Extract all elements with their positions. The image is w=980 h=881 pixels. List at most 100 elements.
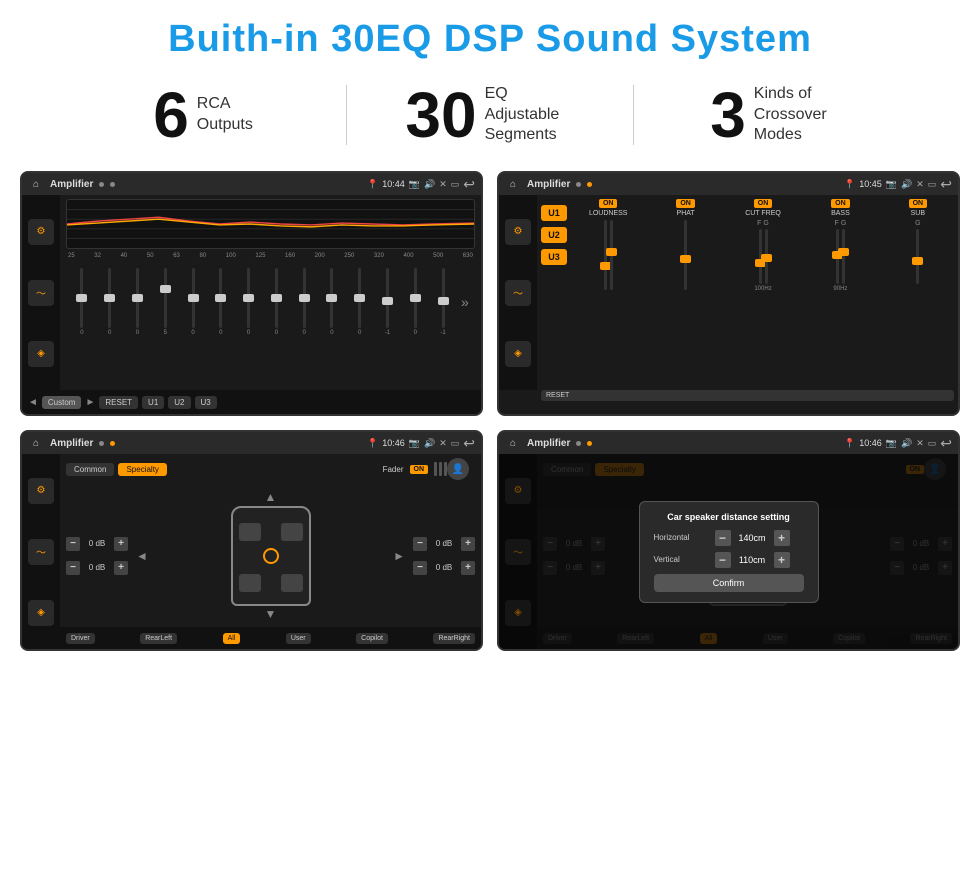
speaker-sidebar: ⚙ 〜 ◈ [22,454,60,649]
amp-sidebar: ⚙ 〜 ◈ [499,195,537,390]
prev-btn[interactable]: ◄ [28,397,38,408]
eq-sidebar-btn2[interactable]: 〜 [28,280,54,306]
specialty-tab[interactable]: Specialty [118,463,166,476]
db-value-2: 0 dB [83,563,111,572]
copilot-btn[interactable]: Copilot [356,633,388,644]
speaker-body: − 0 dB + − 0 dB + [60,484,481,627]
arrow-down-icon[interactable]: ▼ [265,607,277,621]
eq-slider-14[interactable]: -1 [429,268,457,336]
u2-button[interactable]: U2 [541,227,567,243]
back-icon-2[interactable]: ↩ [940,176,952,193]
eq-slider-13[interactable]: 0 [401,268,429,336]
common-tab[interactable]: Common [66,463,114,476]
eq-main-area: 2532405063 80100125160200 25032040050063… [60,195,481,390]
eq-sidebar-btn3[interactable]: ◈ [28,341,54,367]
arrow-left-icon[interactable]: ◄ [136,549,148,563]
reset-btn[interactable]: RESET [99,396,138,409]
stat-label-rca: RCAOutputs [197,94,253,136]
arrow-up-icon[interactable]: ▲ [265,490,277,504]
eq-slider-6[interactable]: 0 [207,268,235,336]
cutfreq-on-badge: ON [754,199,773,208]
amp-content: ⚙ 〜 ◈ U1 U2 U3 ON [499,195,958,390]
phat-slider [684,220,687,290]
horizontal-stepper: − 140cm + [715,530,790,546]
all-btn[interactable]: All [223,633,241,644]
topbar-dot1 [99,182,104,187]
db-plus-2[interactable]: + [114,561,128,575]
back-icon-3[interactable]: ↩ [463,435,475,452]
next-btn[interactable]: ► [85,397,95,408]
home-icon-2[interactable]: ⌂ [505,176,521,192]
eq-sidebar-btn1[interactable]: ⚙ [28,219,54,245]
db-minus-2[interactable]: − [66,561,80,575]
db-plus-3[interactable]: + [461,537,475,551]
amp-sidebar-btn3[interactable]: ◈ [505,341,531,367]
user-btn[interactable]: User [286,633,311,644]
db-control-4: − 0 dB + [413,561,475,575]
u3-btn[interactable]: U3 [195,396,217,409]
db-plus-1[interactable]: + [114,537,128,551]
vertical-plus[interactable]: + [774,552,790,568]
cutfreq-label: CUT FREQ [745,210,781,217]
eq-slider-12[interactable]: -1 [374,268,402,336]
home-icon-3[interactable]: ⌂ [28,435,44,451]
spk-sidebar-btn2[interactable]: 〜 [28,539,54,565]
bass-label: BASS [831,210,850,217]
eq-slider-2[interactable]: 0 [96,268,124,336]
eq-car-screen: ⌂ Amplifier 📍 10:44 📷 🔊 ✕ ▭ ↩ ⚙ 〜 ◈ [20,171,483,416]
amp-sidebar-btn1[interactable]: ⚙ [505,219,531,245]
eq-slider-3[interactable]: 0 [124,268,152,336]
u1-button[interactable]: U1 [541,205,567,221]
eq-more-icon[interactable]: » [457,294,473,310]
eq-slider-9[interactable]: 0 [290,268,318,336]
sub-label: SUB [911,210,925,217]
spk-sidebar-btn3[interactable]: ◈ [28,600,54,626]
eq-slider-1[interactable]: 0 [68,268,96,336]
eq-slider-10[interactable]: 0 [318,268,346,336]
loudness-slider-r [610,220,613,290]
eq-slider-4[interactable]: 5 [151,268,179,336]
u1-btn[interactable]: U1 [142,396,164,409]
confirm-button[interactable]: Confirm [654,574,804,592]
horizontal-plus[interactable]: + [774,530,790,546]
bass-on-badge: ON [831,199,850,208]
topbar-dot8 [587,441,592,446]
eq-content: ⚙ 〜 ◈ 2 [22,195,481,390]
loudness-label: LOUDNESS [589,210,628,217]
speaker-bottom-bar: Driver RearLeft All User Copilot RearRig… [60,627,481,649]
db-minus-1[interactable]: − [66,537,80,551]
left-db-controls: − 0 dB + − 0 dB + [66,486,128,625]
db-minus-3[interactable]: − [413,537,427,551]
custom-btn[interactable]: Custom [42,396,82,409]
eq-slider-8[interactable]: 0 [262,268,290,336]
eq-sliders-row: 0 0 0 5 0 [66,262,475,342]
rearright-btn[interactable]: RearRight [433,633,475,644]
home-icon[interactable]: ⌂ [28,176,44,192]
horizontal-minus[interactable]: − [715,530,731,546]
cutfreq-slider-g [765,229,768,284]
eq-slider-7[interactable]: 0 [235,268,263,336]
sub-on-badge: ON [909,199,928,208]
arrow-right-icon[interactable]: ► [393,549,405,563]
screen2-title: Amplifier [527,179,570,190]
amp-sidebar-btn2[interactable]: 〜 [505,280,531,306]
db-plus-4[interactable]: + [461,561,475,575]
back-icon-1[interactable]: ↩ [463,176,475,193]
u2-btn[interactable]: U2 [168,396,190,409]
screen2-topbar-icons: 📍 10:45 📷 🔊 ✕ ▭ ↩ [844,176,952,193]
eq-slider-5[interactable]: 0 [179,268,207,336]
back-icon-4[interactable]: ↩ [940,435,952,452]
spk-sidebar-btn1[interactable]: ⚙ [28,478,54,504]
u3-button[interactable]: U3 [541,249,567,265]
driver-btn[interactable]: Driver [66,633,95,644]
speaker-main-panel: Common Specialty Fader ON 👤 [60,454,481,649]
avatar-icon[interactable]: 👤 [447,458,469,480]
amp-reset-btn[interactable]: RESET [541,390,954,401]
rearleft-btn[interactable]: RearLeft [140,633,177,644]
eq-slider-11[interactable]: 0 [346,268,374,336]
topbar-dot5 [99,441,104,446]
db-minus-4[interactable]: − [413,561,427,575]
vertical-minus[interactable]: − [715,552,731,568]
home-icon-4[interactable]: ⌂ [505,435,521,451]
vertical-value: 110cm [735,555,770,565]
